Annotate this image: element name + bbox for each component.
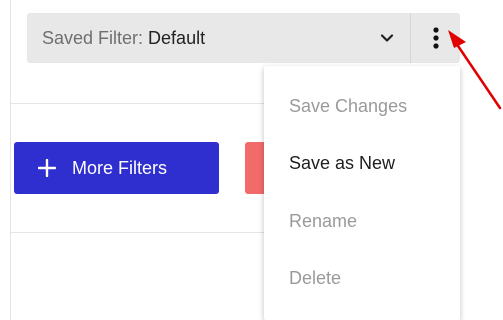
- saved-filter-select[interactable]: Saved Filter: Default: [27, 13, 411, 63]
- menu-item-save-as-new[interactable]: Save as New: [289, 153, 395, 174]
- menu-item-rename[interactable]: Rename: [289, 211, 357, 232]
- section-divider: [10, 103, 280, 104]
- section-divider: [10, 232, 280, 233]
- saved-filter-label: Saved Filter:: [42, 27, 144, 48]
- page-left-border: [10, 0, 11, 320]
- chevron-down-icon: [380, 34, 394, 42]
- menu-item-save-changes[interactable]: Save Changes: [289, 96, 407, 117]
- more-filters-label: More Filters: [72, 157, 168, 178]
- saved-filter-bar: Saved Filter: Default: [27, 13, 460, 63]
- menu-item-delete[interactable]: Delete: [289, 268, 341, 289]
- more-filters-button[interactable]: More Filters: [14, 142, 219, 194]
- plus-icon: [38, 159, 56, 177]
- saved-filter-dropdown-menu: Save Changes Save as New Rename Delete: [264, 66, 460, 320]
- saved-filter-value: Default: [148, 27, 206, 48]
- annotation-arrow-icon: [448, 30, 502, 110]
- vertical-ellipsis-icon: [432, 27, 439, 49]
